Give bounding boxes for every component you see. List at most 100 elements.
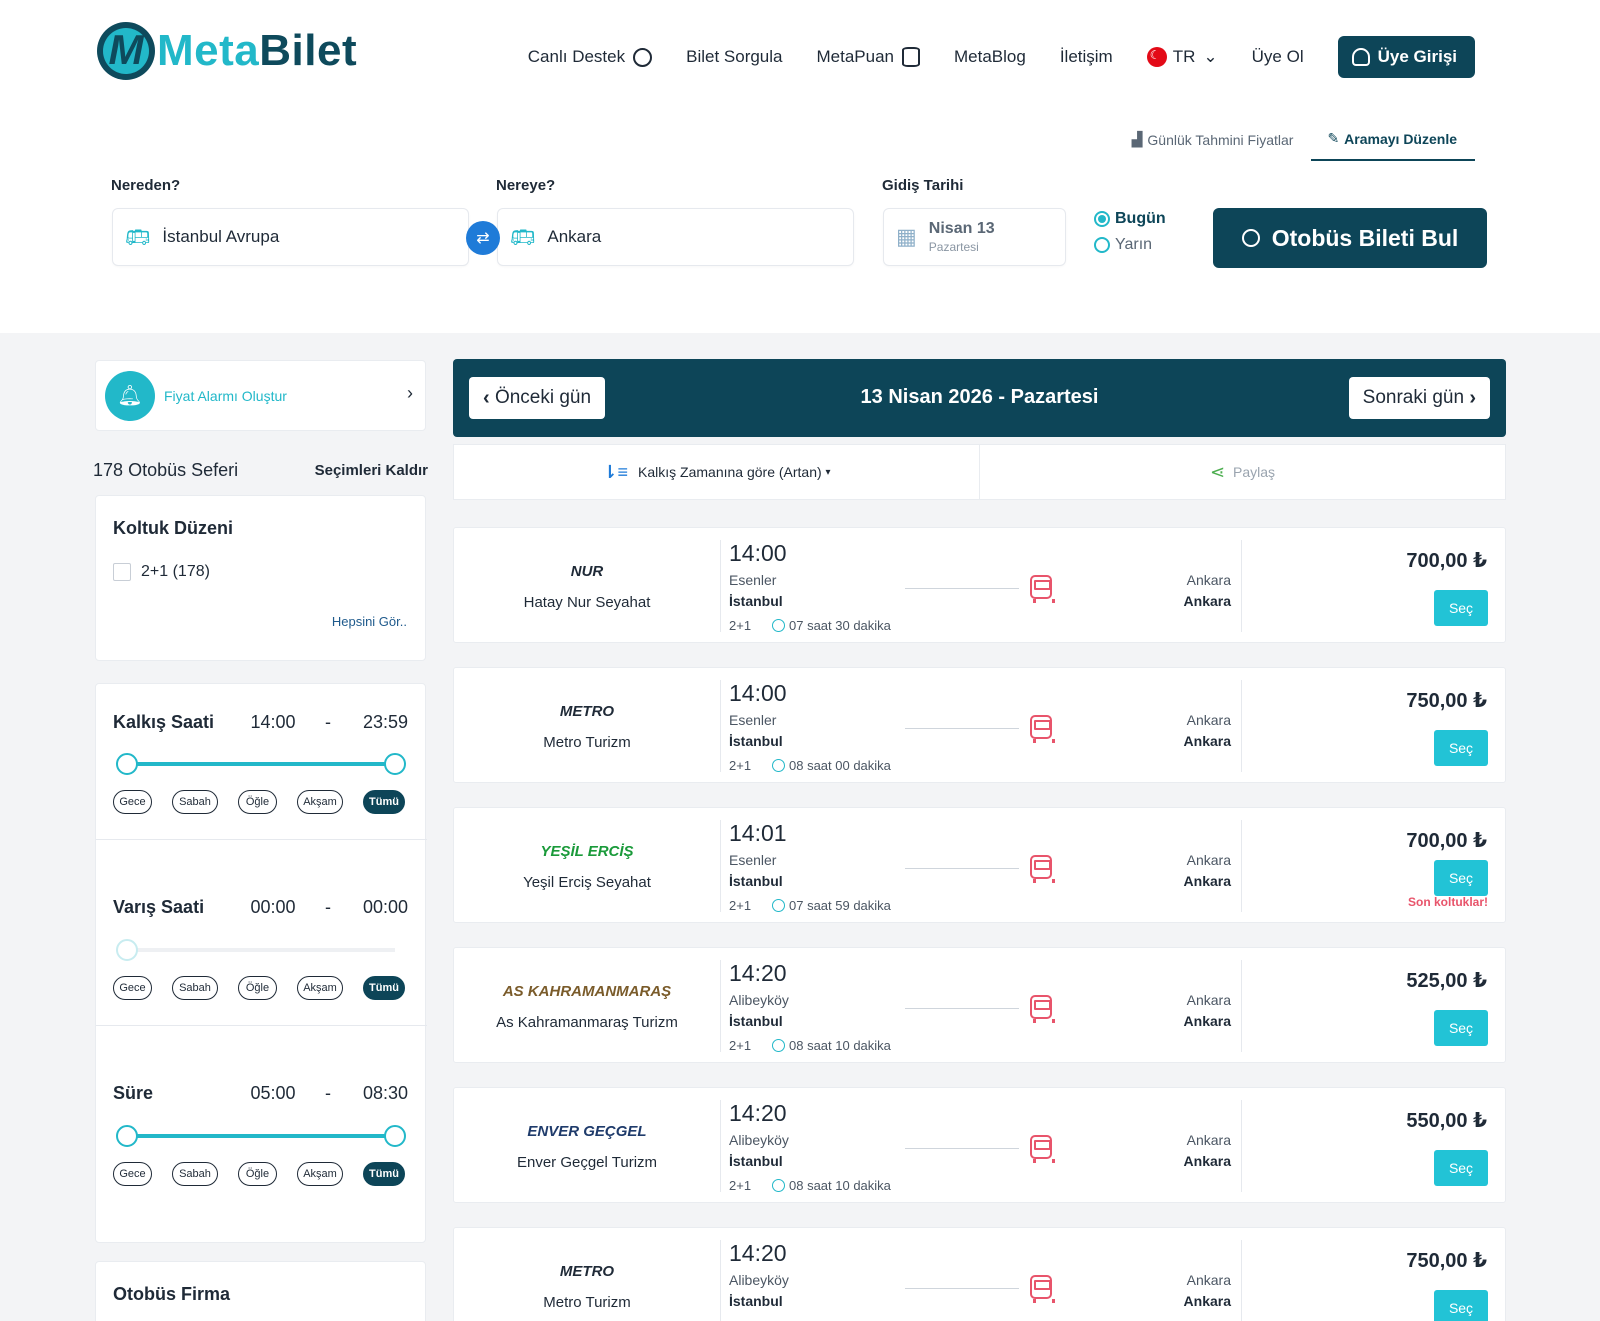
slider-min-handle[interactable] bbox=[116, 753, 138, 775]
nav-ticket-query[interactable]: Bilet Sorgula bbox=[686, 47, 782, 67]
time-filters-panel: Kalkış Saati 14:00 - 23:59 Gece Sabah Öğ… bbox=[95, 683, 427, 1243]
see-all-link[interactable]: Hepsini Gör.. bbox=[332, 614, 407, 629]
swap-button[interactable]: ⇄ bbox=[466, 221, 500, 255]
chip-sabah[interactable]: Sabah bbox=[172, 976, 218, 1000]
share-button[interactable]: ⋖ Paylaş bbox=[980, 445, 1505, 499]
arrival-stop: Ankara bbox=[1186, 992, 1231, 1008]
radio-today[interactable]: Bugün bbox=[1094, 210, 1166, 228]
seat-option-2-1[interactable]: 2+1 (178) bbox=[113, 563, 210, 581]
range-dash: - bbox=[325, 1083, 331, 1103]
duration-slider[interactable] bbox=[116, 1125, 406, 1147]
ticket-price: 750,00 ₺ bbox=[1406, 1250, 1487, 1272]
nav-metablog[interactable]: MetaBlog bbox=[954, 47, 1026, 67]
tab-daily-prices[interactable]: ▟ Günlük Tahmini Fiyatlar bbox=[1132, 130, 1312, 161]
duration-text: 08 saat 10 dakika bbox=[789, 1038, 891, 1053]
trip-count-row: 178 Otobüs Seferi Seçimleri Kaldır bbox=[93, 460, 428, 481]
route-line bbox=[905, 588, 1019, 589]
divider bbox=[1241, 960, 1242, 1052]
chip-tumu[interactable]: Tümü bbox=[363, 790, 405, 814]
seat-layout: 2+1 bbox=[729, 1038, 752, 1053]
chip-aksam[interactable]: Akşam bbox=[297, 790, 343, 814]
divider bbox=[720, 1240, 721, 1321]
search-form: ▟ Günlük Tahmini Fiyatlar ✎ Aramayı Düzenl… bbox=[0, 110, 1600, 333]
clock-icon bbox=[772, 1039, 785, 1052]
chip-ogle[interactable]: Öğle bbox=[238, 1162, 277, 1186]
login-button[interactable]: Üye Girişi bbox=[1337, 36, 1475, 78]
chip-sabah[interactable]: Sabah bbox=[172, 1162, 218, 1186]
radio-tomorrow[interactable]: Yarın bbox=[1094, 236, 1166, 254]
select-button[interactable]: Seç bbox=[1434, 730, 1488, 766]
slider-fill bbox=[127, 1134, 395, 1138]
arrival-stop: Ankara bbox=[1186, 1272, 1231, 1288]
chip-tumu[interactable]: Tümü bbox=[363, 976, 405, 1000]
seat-layout: 2+1 bbox=[729, 758, 752, 773]
divider bbox=[720, 540, 721, 632]
chip-gece[interactable]: Gece bbox=[113, 976, 152, 1000]
slider-min-handle[interactable] bbox=[116, 1125, 138, 1147]
price-alarm-button[interactable]: 🔔︎ Fiyat Alarmı Oluştur › bbox=[95, 360, 426, 431]
date-navigation-bar: ‹ Önceki gün 13 Nisan 2026 - Pazartesi S… bbox=[453, 359, 1506, 437]
chip-gece[interactable]: Gece bbox=[113, 1162, 152, 1186]
chip-ogle[interactable]: Öğle bbox=[238, 976, 277, 1000]
company-logo: METRO bbox=[559, 1263, 615, 1280]
chip-tumu[interactable]: Tümü bbox=[363, 1162, 405, 1186]
date-label: Gidiş Tarihi bbox=[882, 177, 964, 194]
trip-card[interactable]: METRO Metro Turizm 14:00 Esenler İstanbu… bbox=[453, 667, 1506, 783]
search-tabs: ▟ Günlük Tahmini Fiyatlar ✎ Aramayı Düzenl… bbox=[1132, 130, 1475, 161]
clock-icon bbox=[772, 1179, 785, 1192]
sort-share-bar: ⇂≡ Kalkış Zamanına göre (Artan) ▾ ⋖ Paylaş bbox=[453, 444, 1506, 500]
select-button[interactable]: Seç bbox=[1434, 860, 1488, 896]
departure-city: İstanbul bbox=[729, 733, 783, 749]
divider bbox=[1241, 680, 1242, 772]
nav-signup[interactable]: Üye Ol bbox=[1252, 47, 1304, 67]
next-day-button[interactable]: Sonraki gün › bbox=[1348, 377, 1490, 419]
route-line bbox=[905, 1148, 1019, 1149]
metabilet-logo[interactable]: M MetaBilet bbox=[97, 22, 357, 80]
chip-aksam[interactable]: Akşam bbox=[297, 976, 343, 1000]
trip-card[interactable]: YEŞİL ERCİŞ Yeşil Erciş Seyahat 14:01 Es… bbox=[453, 807, 1506, 923]
bell-icon: 🔔︎ bbox=[105, 370, 155, 421]
nav-ticket-query-label: Bilet Sorgula bbox=[686, 47, 783, 66]
select-button[interactable]: Seç bbox=[1434, 590, 1488, 626]
bus-icon: 🚌︎ bbox=[125, 226, 151, 249]
date-field[interactable]: ▦ Nisan 13 Pazartesi bbox=[883, 208, 1066, 266]
trip-card[interactable]: ENVER GEÇGEL Enver Geçgel Turizm 14:20 A… bbox=[453, 1087, 1506, 1203]
select-button[interactable]: Seç bbox=[1434, 1290, 1488, 1321]
select-button[interactable]: Seç bbox=[1434, 1010, 1488, 1046]
trip-company: METRO Metro Turizm bbox=[454, 668, 720, 784]
chip-aksam[interactable]: Akşam bbox=[297, 1162, 343, 1186]
chip-gece[interactable]: Gece bbox=[113, 790, 152, 814]
arrival-slider[interactable] bbox=[116, 939, 395, 961]
find-ticket-button[interactable]: Otobüs Bileti Bul bbox=[1213, 208, 1487, 268]
company-logo: METRO bbox=[559, 703, 615, 720]
select-button[interactable]: Seç bbox=[1434, 1150, 1488, 1186]
date-main: Nisan 13 bbox=[928, 220, 995, 237]
nav-metapuan-label: MetaPuan bbox=[816, 47, 895, 66]
language-selector[interactable]: TR ⌄ bbox=[1146, 47, 1218, 67]
bus-icon bbox=[1030, 575, 1055, 603]
departure-stop: Esenler bbox=[729, 712, 777, 728]
slider-min-handle[interactable] bbox=[116, 939, 138, 961]
tab-edit-search[interactable]: ✎ Aramayı Düzenle bbox=[1311, 130, 1475, 161]
trip-card[interactable]: AS KAHRAMANMARAŞ As Kahramanmaraş Turizm… bbox=[453, 947, 1506, 1063]
from-field[interactable]: 🚌︎ İstanbul Avrupa bbox=[112, 208, 469, 266]
nav-live-support[interactable]: Canlı Destek bbox=[528, 47, 653, 67]
bus-icon bbox=[1030, 1135, 1055, 1163]
departure-city: İstanbul bbox=[729, 1153, 783, 1169]
caret-down-icon: ▾ bbox=[825, 466, 831, 478]
chip-sabah[interactable]: Sabah bbox=[172, 790, 218, 814]
clear-filters-link[interactable]: Seçimleri Kaldır bbox=[315, 462, 428, 479]
sort-dropdown[interactable]: ⇂≡ Kalkış Zamanına göre (Artan) ▾ bbox=[454, 445, 980, 499]
trip-card[interactable]: METRO Metro Turizm 14:20 Alibeyköy İstan… bbox=[453, 1227, 1506, 1321]
slider-max-handle[interactable] bbox=[384, 1125, 406, 1147]
departure-slider[interactable] bbox=[116, 753, 406, 775]
clock-icon bbox=[772, 899, 785, 912]
nav-metapuan[interactable]: MetaPuan bbox=[816, 47, 920, 67]
search-icon bbox=[1241, 229, 1260, 247]
slider-max-handle[interactable] bbox=[384, 753, 406, 775]
nav-contact[interactable]: İletişim bbox=[1060, 47, 1113, 67]
divider bbox=[96, 1025, 427, 1026]
trip-card[interactable]: NUR Hatay Nur Seyahat 14:00 Esenler İsta… bbox=[453, 527, 1506, 643]
to-field[interactable]: 🚌︎ Ankara bbox=[497, 208, 854, 266]
chip-ogle[interactable]: Öğle bbox=[238, 790, 277, 814]
